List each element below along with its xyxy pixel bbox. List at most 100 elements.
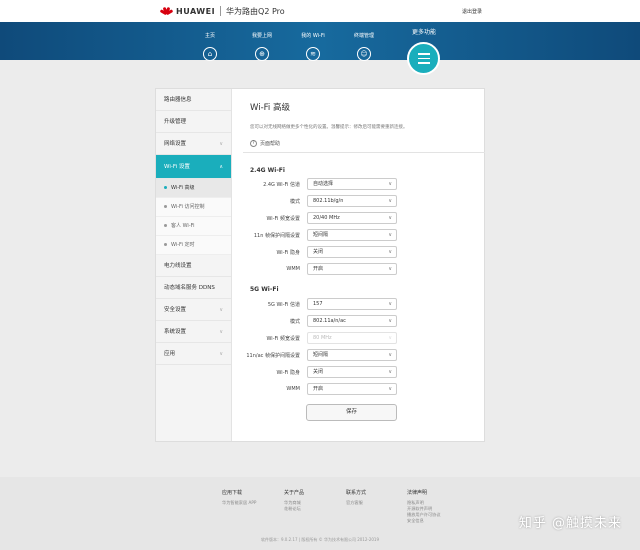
footer-link[interactable]: 花粉论坛 [284,506,304,512]
wmm-5g-select[interactable]: 开启 ∨ [307,383,397,395]
huawei-flower-icon [159,5,174,17]
huawei-logo[interactable]: HUAWEI 华为路由Q2 Pro [159,5,285,17]
chevron-down-icon: ∨ [388,369,392,375]
help-label: 页面帮助 [260,141,281,147]
bullet-icon [164,186,167,189]
bullet-icon [164,224,167,227]
hidden-ssid-5g-select[interactable]: 关闭 ∨ [307,366,397,378]
chevron-down-icon: ∨ [388,352,392,358]
select-value: 157 [313,301,323,307]
logout-link[interactable]: 退出登录 [462,8,482,15]
select-value: 开启 [313,386,324,392]
wmm-2g-select[interactable]: 开启 ∨ [307,263,397,275]
bullet-icon [164,243,167,246]
nav-home-label: 主页 [204,33,215,39]
sidebar-item-label: 路由器信息 [164,97,192,103]
footer-link[interactable]: 官方客服 [346,500,366,506]
nav-internet[interactable]: 我要上网 ⊕ [237,32,287,61]
chevron-down-icon: ∨ [219,141,223,147]
field-label: Wi-Fi 隐身 [276,250,300,256]
select-value: 短间隔 [313,352,329,358]
sidebar-item-wifi-settings[interactable]: Wi-Fi 设置 ∧ [156,155,231,179]
user-icon: ☺ [357,47,371,61]
logo-divider [220,6,222,16]
guard-interval-2g-select[interactable]: 短间隔 ∨ [307,229,397,241]
hidden-ssid-2g-select[interactable]: 关闭 ∨ [307,246,397,258]
bandwidth-5g-select[interactable]: 80 MHz ∨ [307,332,397,344]
nav-my-wifi-label: 我的 Wi-Fi [301,33,325,39]
field-label: Wi-Fi 隐身 [276,370,300,376]
select-value: 关闭 [313,369,324,375]
nav-internet-label: 我要上网 [251,33,272,39]
sidebar-item-upgrade[interactable]: 升级管理 [156,111,231,133]
nav-devices-label: 终端管理 [353,33,374,39]
chevron-down-icon: ∨ [388,232,392,238]
select-value: 802.11a/n/ac [313,318,346,324]
sidebar-item-router-info[interactable]: 路由器信息 [156,89,231,111]
nav-my-wifi[interactable]: 我的 Wi-Fi ≋ [288,32,338,61]
footer-heading: 联系方式 [346,490,367,496]
bullet-icon [164,205,167,208]
sidebar-sub-label: Wi-Fi 定时 [171,242,195,248]
footer-link[interactable]: 华为智能家居 APP [222,500,256,506]
channel-5g-select[interactable]: 157 ∨ [307,298,397,310]
wifi-icon: ≋ [306,47,320,61]
brand-name: HUAWEI [176,6,216,16]
channel-2g-select[interactable]: 自动选择 ∨ [307,178,397,190]
section-title-5g: 5G Wi-Fi [250,286,279,293]
sidebar-item-ddns[interactable]: 动态域名服务 DDNS [156,277,231,299]
field-label: 11n/ac 帧保护间隔设置 [246,353,300,359]
chevron-down-icon: ∨ [388,215,392,221]
field-label: Wi-Fi 频宽设置 [266,336,300,342]
select-value: 关闭 [313,249,324,255]
menu-icon[interactable] [407,42,440,75]
sidebar-item-label: 安全设置 [164,307,187,313]
field-label: Wi-Fi 频宽设置 [266,216,300,222]
select-value: 自动选择 [313,181,334,187]
sidebar-item-label: 应用 [164,351,176,357]
select-value: 短间隔 [313,232,329,238]
footer-col-apps: 应用下载 华为智能家居 APP [222,489,256,506]
globe-icon: ⊕ [255,47,269,61]
section-title-2g: 2.4G Wi-Fi [250,167,285,174]
copyright: 软件版本：9.0.2.17 | 版权所有 © 华为技术有限公司 2012-201… [260,537,380,542]
select-value: 802.11b/g/n [313,198,344,204]
sidebar-sub-label: Wi-Fi 高级 [171,185,195,191]
footer-heading: 应用下载 [222,490,243,496]
chevron-up-icon: ∧ [219,164,223,170]
guard-interval-5g-select[interactable]: 短间隔 ∨ [307,349,397,361]
sidebar-item-label: 网络设置 [164,141,187,147]
sidebar-item-label: 升级管理 [164,119,187,125]
sidebar-sub-label: Wi-Fi 访问控制 [171,204,205,210]
chevron-down-icon: ∨ [388,181,392,187]
main-nav: 主页 ⌂ 我要上网 ⊕ 我的 Wi-Fi ≋ 终端管理 ☺ 更多功能 [0,22,640,61]
mode-2g-select[interactable]: 802.11b/g/n ∨ [307,195,397,207]
select-value: 20/40 MHz [313,215,340,221]
nav-home[interactable]: 主页 ⌂ [185,32,235,61]
product-name: 华为路由Q2 Pro [226,6,285,16]
footer-col-legal: 法律声明 隐私声明 开源软件声明 播放用户许可协议 安全信息 [407,489,441,524]
sidebar-item-label: 动态域名服务 DDNS [164,285,215,291]
sidebar-item-network[interactable]: 网络设置 ∨ [156,133,231,155]
chevron-down-icon: ∨ [388,198,392,204]
footer-link[interactable]: 安全信息 [407,518,441,524]
watermark: 知乎 @触摸未来 [518,516,622,531]
nav-more[interactable]: 更多功能 [408,27,440,39]
page-help-link[interactable]: ? 页面帮助 [250,140,280,147]
chevron-down-icon: ∨ [388,386,392,392]
bandwidth-2g-select[interactable]: 20/40 MHz ∨ [307,212,397,224]
mode-5g-select[interactable]: 802.11a/n/ac ∨ [307,315,397,327]
save-button[interactable]: 保存 [306,404,397,421]
main-content: Wi-Fi 高级 您可以对无线网络做更多个性化的设置。温馨提示：修改后可能需要重… [233,89,485,441]
footer-heading: 法律声明 [407,490,428,496]
footer-heading: 关于产品 [284,490,305,496]
select-value: 80 MHz [313,335,332,341]
select-value: 开启 [313,266,324,272]
page-title: Wi-Fi 高级 [250,103,290,113]
divider [243,152,485,153]
chevron-down-icon: ∨ [388,266,392,272]
nav-devices[interactable]: 终端管理 ☺ [339,32,389,61]
sidebar-sub-label: 客人 Wi-Fi [171,223,195,229]
sidebar-item-label: 电力线设置 [164,263,192,269]
top-bar: HUAWEI 华为路由Q2 Pro 退出登录 [0,0,640,22]
